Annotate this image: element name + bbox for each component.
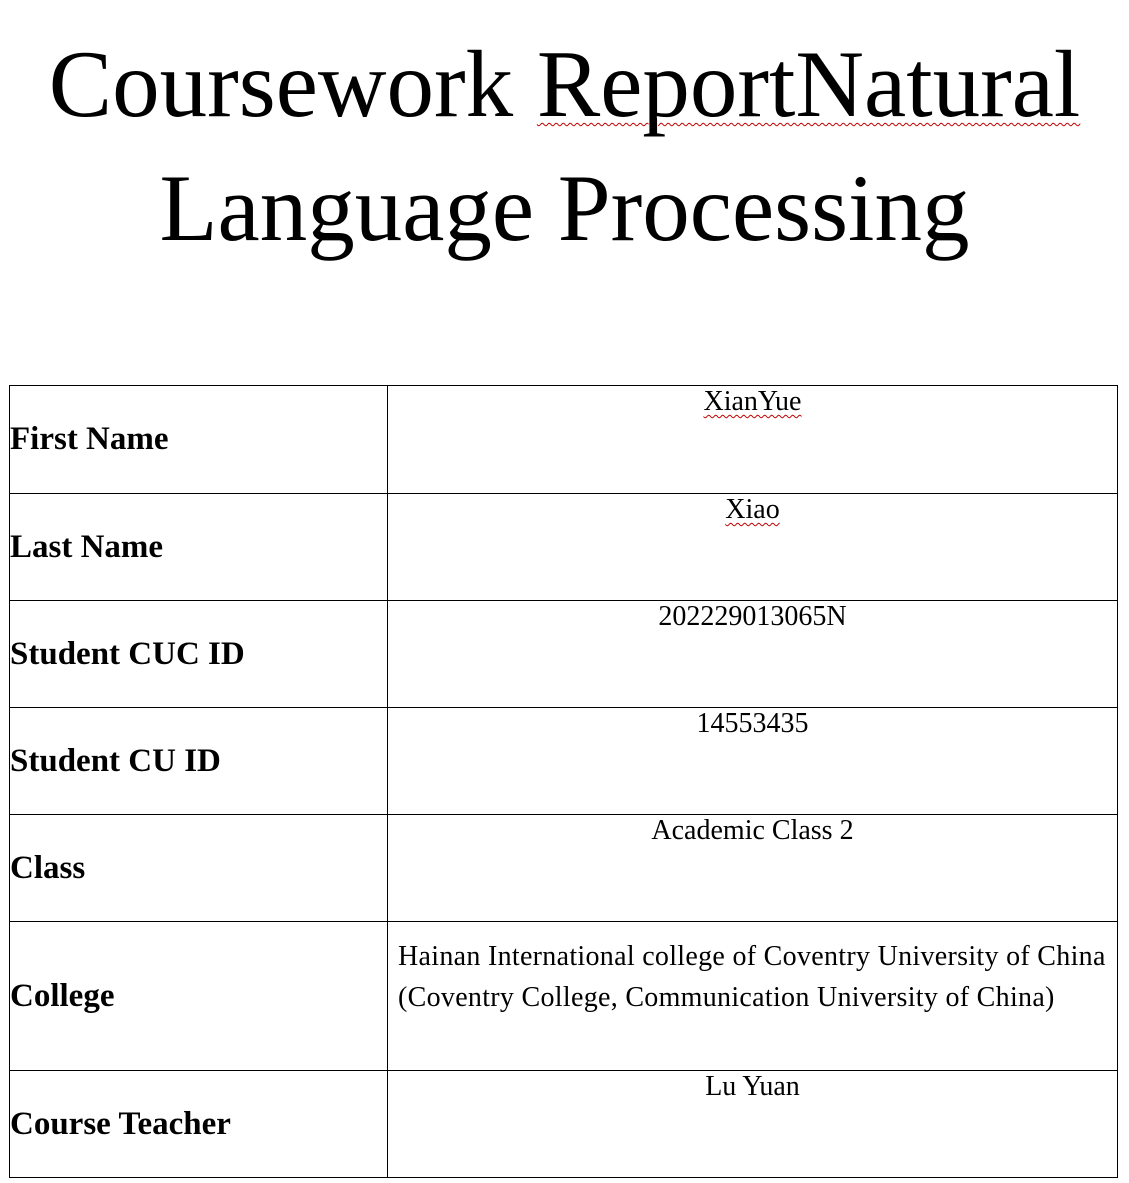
student-cuc-id-label: Student CUC ID <box>9 600 388 708</box>
table-row: Student CU ID 14553435 <box>9 707 1118 815</box>
table-row: Class Academic Class 2 <box>9 814 1118 922</box>
class-label: Class <box>9 814 388 922</box>
class-value[interactable]: Academic Class 2 <box>387 814 1118 922</box>
table-row: Student CUC ID 202229013065N <box>9 600 1118 708</box>
college-value[interactable]: Hainan International college of Coventry… <box>387 921 1118 1071</box>
title-part-2: ReportNatural <box>536 31 1081 137</box>
first-name-text: XianYue <box>703 386 802 417</box>
last-name-value[interactable]: Xiao <box>387 493 1118 601</box>
student-info-table: First Name XianYue Last Name Xiao Studen… <box>9 385 1118 1178</box>
first-name-label: First Name <box>9 385 388 494</box>
last-name-text: Xiao <box>725 494 780 525</box>
student-cu-id-label: Student CU ID <box>9 707 388 815</box>
table-row: First Name XianYue <box>9 385 1118 494</box>
table-row: Last Name Xiao <box>9 493 1118 601</box>
student-cu-id-value[interactable]: 14553435 <box>387 707 1118 815</box>
title-line-1: Coursework ReportNatural <box>0 22 1129 146</box>
student-cuc-id-value[interactable]: 202229013065N <box>387 600 1118 708</box>
document-title: Coursework ReportNatural Language Proces… <box>0 22 1129 270</box>
table-row: College Hainan International college of … <box>9 921 1118 1071</box>
college-label: College <box>9 921 388 1071</box>
title-part-1: Coursework <box>48 31 537 137</box>
title-line-2: Language Processing <box>159 155 970 261</box>
course-teacher-label: Course Teacher <box>9 1070 388 1178</box>
course-teacher-value[interactable]: Lu Yuan <box>387 1070 1118 1178</box>
table-row: Course Teacher Lu Yuan <box>9 1070 1118 1178</box>
first-name-value[interactable]: XianYue <box>387 385 1118 494</box>
last-name-label: Last Name <box>9 493 388 601</box>
